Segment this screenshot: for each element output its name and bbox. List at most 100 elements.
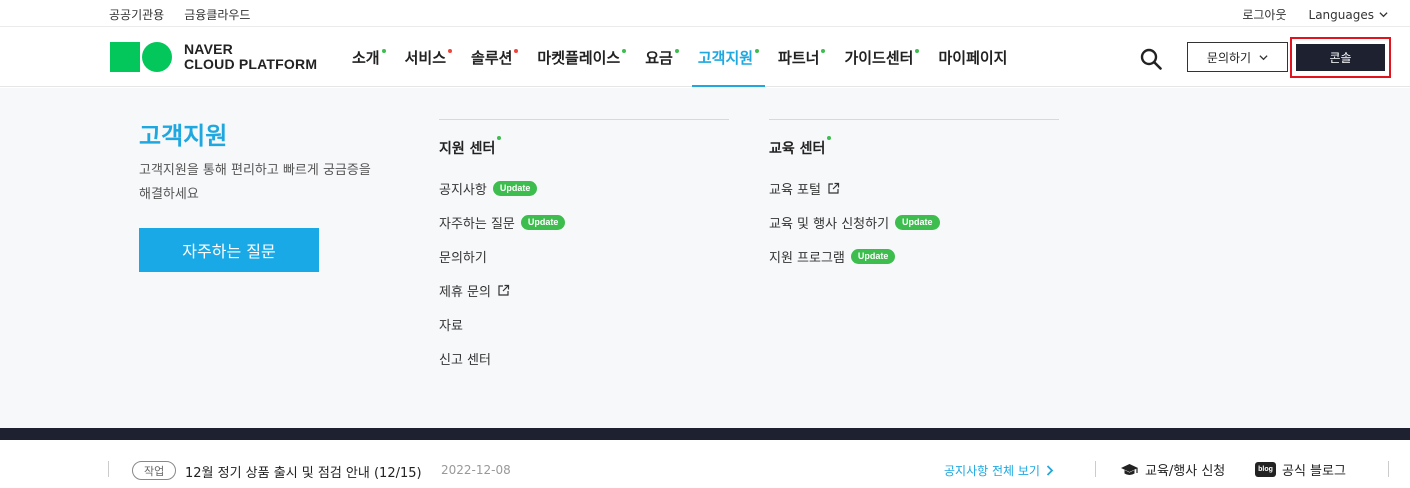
faq-button-label: 자주하는 질문 xyxy=(182,242,276,261)
languages-dropdown[interactable]: Languages xyxy=(1309,8,1388,22)
nav-item-services[interactable]: 서비스 xyxy=(405,28,458,87)
nav-item-mypage[interactable]: 마이페이지 xyxy=(938,28,1019,87)
panel-title: 고객지원 xyxy=(139,122,228,150)
menu-item-report-center[interactable]: 신고 센터 xyxy=(439,341,729,375)
utility-bar: 공공기관용 금융클라우드 로그아웃 Languages xyxy=(0,0,1410,27)
view-all-label: 공지사항 전체 보기 xyxy=(944,464,1040,478)
inquiry-label: 문의하기 xyxy=(1206,50,1252,65)
nav-label: 가이드센터 xyxy=(844,49,914,67)
new-dot xyxy=(755,49,760,53)
inquiry-dropdown-button[interactable]: 문의하기 xyxy=(1187,42,1288,72)
external-link-icon xyxy=(828,182,840,194)
search-icon[interactable] xyxy=(1140,48,1162,70)
notice-tag: 작업 xyxy=(132,461,177,480)
edu-event-link[interactable]: 교육/행사 신청 xyxy=(1120,460,1225,479)
menu-item-label: 제휴 문의 xyxy=(439,284,491,300)
chevron-down-icon xyxy=(1259,54,1268,60)
menu-item-label: 지원 프로그램 xyxy=(769,250,845,266)
menu-item-edu-event-apply[interactable]: 교육 및 행사 신청하기 Update xyxy=(769,205,1059,239)
new-dot xyxy=(915,49,920,53)
main-header: NAVER CLOUD PLATFORM 소개 서비스 솔루션 마켓플레이스 요… xyxy=(0,28,1410,87)
new-dot xyxy=(497,136,502,140)
menu-item-label: 문의하기 xyxy=(439,250,487,266)
new-dot xyxy=(381,49,386,53)
nav-label: 고객지원 xyxy=(697,49,754,67)
chevron-right-icon xyxy=(1046,465,1054,476)
view-all-notices-link[interactable]: 공지사항 전체 보기 xyxy=(944,462,1054,479)
update-badge: Update xyxy=(895,214,940,230)
utility-left: 공공기관용 금융클라우드 xyxy=(109,6,250,23)
official-blog-link[interactable]: blog 공식 블로그 xyxy=(1255,460,1346,479)
nav-item-marketplace[interactable]: 마켓플레이스 xyxy=(537,28,632,87)
support-center-heading: 지원 센터 xyxy=(439,136,502,158)
faq-button[interactable]: 자주하는 질문 xyxy=(139,228,319,272)
graduation-cap-icon xyxy=(1121,463,1138,475)
logo-square xyxy=(110,42,140,72)
menu-item-support-program[interactable]: 지원 프로그램 Update xyxy=(769,239,1059,273)
main-nav: 소개 서비스 솔루션 마켓플레이스 요금 고객지원 파트너 가이드센터 마이페이… xyxy=(352,28,1032,87)
nav-label: 요금 xyxy=(645,49,673,67)
update-badge: Update xyxy=(520,214,566,230)
logo-text: NAVER CLOUD PLATFORM xyxy=(184,42,317,72)
chevron-down-icon xyxy=(1379,12,1388,18)
nav-item-solutions[interactable]: 솔루션 xyxy=(471,28,524,87)
notice-date: 2022-12-08 xyxy=(441,463,511,477)
menu-item-label: 신고 센터 xyxy=(439,352,491,368)
panel-description: 고객지원을 통해 편리하고 빠르게 궁금증을 해결하세요 xyxy=(139,163,371,202)
console-highlight-box: 콘솔 xyxy=(1290,37,1391,78)
nav-item-partner[interactable]: 파트너 xyxy=(778,28,831,87)
utility-right: 로그아웃 Languages xyxy=(1242,6,1388,23)
divider xyxy=(108,461,109,477)
blog-icon: blog xyxy=(1255,462,1276,477)
menu-item-label: 교육 포털 xyxy=(769,182,821,198)
menu-item-label: 공지사항 xyxy=(439,182,487,198)
menu-item-edu-portal[interactable]: 교육 포털 xyxy=(769,171,1059,205)
heading-label: 지원 센터 xyxy=(439,141,496,157)
menu-item-resources[interactable]: 자료 xyxy=(439,307,729,341)
new-dot xyxy=(827,136,832,140)
nav-item-support[interactable]: 고객지원 xyxy=(691,28,766,87)
logo-line1: NAVER xyxy=(184,41,233,57)
nav-item-pricing[interactable]: 요금 xyxy=(645,28,685,87)
finance-cloud-link[interactable]: 금융클라우드 xyxy=(184,6,250,23)
heading-label: 교육 센터 xyxy=(769,141,826,157)
menu-item-notice[interactable]: 공지사항 Update xyxy=(439,171,729,205)
languages-label: Languages xyxy=(1308,7,1374,22)
nav-label: 소개 xyxy=(352,49,380,67)
blog-label: 공식 블로그 xyxy=(1282,464,1346,479)
divider xyxy=(1095,461,1096,477)
nav-item-guide-center[interactable]: 가이드센터 xyxy=(844,28,925,87)
nav-item-intro[interactable]: 소개 xyxy=(352,28,392,87)
logo-line2: CLOUD PLATFORM xyxy=(184,56,318,72)
menu-item-faq[interactable]: 자주하는 질문 Update xyxy=(439,205,729,239)
logo-mark xyxy=(110,42,172,72)
new-dot xyxy=(448,49,453,53)
console-button[interactable]: 콘솔 xyxy=(1296,44,1385,71)
nav-label: 파트너 xyxy=(778,49,820,67)
console-label: 콘솔 xyxy=(1329,51,1352,65)
nav-label: 마켓플레이스 xyxy=(537,49,621,67)
logout-link[interactable]: 로그아웃 xyxy=(1242,6,1286,23)
support-center-list: 공지사항 Update 자주하는 질문 Update 문의하기 제휴 문의 자료 xyxy=(439,171,729,375)
new-dot xyxy=(514,49,519,53)
menu-item-label: 자료 xyxy=(439,318,463,334)
nav-label: 솔루션 xyxy=(471,49,513,67)
menu-item-partnership[interactable]: 제휴 문의 xyxy=(439,273,729,307)
update-badge: Update xyxy=(850,248,896,264)
logo[interactable]: NAVER CLOUD PLATFORM xyxy=(110,42,317,72)
edu-center-column: 교육 센터 교육 포털 교육 및 행사 신청하기 Update 지원 프로그램 … xyxy=(769,119,1059,273)
support-center-column: 지원 센터 공지사항 Update 자주하는 질문 Update 문의하기 제휴… xyxy=(439,119,729,375)
nav-label: 마이페이지 xyxy=(938,49,1008,67)
menu-item-inquiry[interactable]: 문의하기 xyxy=(439,239,729,273)
update-badge: Update xyxy=(492,180,538,196)
public-sector-link[interactable]: 공공기관용 xyxy=(109,6,164,23)
notice-bar: 작업 12월 정기 상품 출시 및 점검 안내 (12/15) 2022-12-… xyxy=(0,440,1410,488)
edu-center-heading: 교육 센터 xyxy=(769,136,832,158)
menu-item-label: 자주하는 질문 xyxy=(439,216,515,232)
menu-item-label: 교육 및 행사 신청하기 xyxy=(769,216,890,232)
nav-label: 서비스 xyxy=(404,49,447,67)
edu-event-label: 교육/행사 신청 xyxy=(1145,464,1226,479)
notice-message[interactable]: 12월 정기 상품 출시 및 점검 안내 (12/15) xyxy=(185,462,422,481)
external-link-icon xyxy=(498,284,510,296)
new-dot xyxy=(622,49,627,53)
